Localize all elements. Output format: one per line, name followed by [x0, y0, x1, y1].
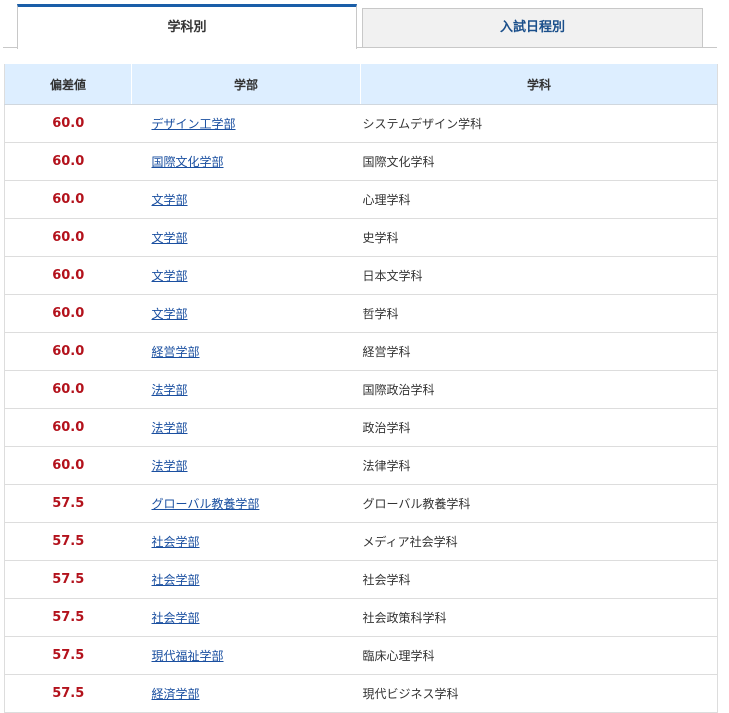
- department-cell: メディア社会学科: [360, 522, 718, 561]
- department-cell: 哲学科: [360, 294, 718, 333]
- faculty-cell: グローバル教養学部: [131, 484, 361, 523]
- department-cell: 臨床心理学科: [360, 636, 718, 675]
- faculty-link[interactable]: 経営学部: [152, 345, 200, 359]
- tab-by-exam-schedule[interactable]: 入試日程別: [362, 8, 703, 48]
- table-row: 57.5 社会学部 社会政策科学科: [4, 598, 718, 637]
- table-row: 57.5 経済学部 現代ビジネス学科: [4, 674, 718, 713]
- faculty-cell: 社会学部: [131, 598, 361, 637]
- department-cell: 政治学科: [360, 408, 718, 447]
- department-cell: 法律学科: [360, 446, 718, 485]
- faculty-cell: 社会学部: [131, 560, 361, 599]
- department-cell: 国際文化学科: [360, 142, 718, 181]
- faculty-link[interactable]: 社会学部: [152, 611, 200, 625]
- table-row: 60.0 法学部 政治学科: [4, 408, 718, 447]
- score-cell: 57.5: [4, 636, 132, 675]
- score-cell: 60.0: [4, 370, 132, 409]
- faculty-link[interactable]: デザイン工学部: [152, 117, 236, 131]
- score-cell: 57.5: [4, 484, 132, 523]
- faculty-cell: 法学部: [131, 408, 361, 447]
- faculty-link[interactable]: 文学部: [152, 307, 188, 321]
- table-row: 60.0 デザイン工学部 システムデザイン学科: [4, 104, 718, 143]
- score-cell: 60.0: [4, 218, 132, 257]
- table-row: 60.0 経営学部 経営学科: [4, 332, 718, 371]
- table-header-row: 偏差値 学部 学科: [4, 64, 718, 105]
- header-faculty: 学部: [131, 64, 361, 105]
- tab-bar: 学科別 入試日程別: [0, 0, 717, 49]
- department-cell: 日本文学科: [360, 256, 718, 295]
- faculty-cell: デザイン工学部: [131, 104, 361, 143]
- faculty-link[interactable]: グローバル教養学部: [152, 497, 260, 511]
- table-row: 60.0 文学部 日本文学科: [4, 256, 718, 295]
- score-cell: 57.5: [4, 522, 132, 561]
- score-cell: 57.5: [4, 598, 132, 637]
- department-cell: グローバル教養学科: [360, 484, 718, 523]
- department-cell: 国際政治学科: [360, 370, 718, 409]
- faculty-cell: 法学部: [131, 370, 361, 409]
- table-row: 57.5 グローバル教養学部 グローバル教養学科: [4, 484, 718, 523]
- table-row: 57.5 社会学部 社会学科: [4, 560, 718, 599]
- department-cell: システムデザイン学科: [360, 104, 718, 143]
- score-cell: 60.0: [4, 446, 132, 485]
- faculty-link[interactable]: 法学部: [152, 421, 188, 435]
- table-row: 60.0 法学部 法律学科: [4, 446, 718, 485]
- faculty-cell: 法学部: [131, 446, 361, 485]
- table-row: 60.0 文学部 史学科: [4, 218, 718, 257]
- score-cell: 60.0: [4, 104, 132, 143]
- deviation-table: 偏差値 学部 学科 60.0 デザイン工学部 システムデザイン学科 60.0 国際文化学…: [4, 64, 718, 713]
- faculty-cell: 文学部: [131, 256, 361, 295]
- faculty-link[interactable]: 社会学部: [152, 535, 200, 549]
- department-cell: 社会学科: [360, 560, 718, 599]
- score-cell: 60.0: [4, 180, 132, 219]
- table-row: 60.0 国際文化学部 国際文化学科: [4, 142, 718, 181]
- faculty-cell: 文学部: [131, 180, 361, 219]
- faculty-cell: 現代福祉学部: [131, 636, 361, 675]
- tab-by-department[interactable]: 学科別: [17, 4, 357, 49]
- faculty-cell: 国際文化学部: [131, 142, 361, 181]
- faculty-link[interactable]: 文学部: [152, 193, 188, 207]
- department-cell: 史学科: [360, 218, 718, 257]
- department-cell: 心理学科: [360, 180, 718, 219]
- faculty-link[interactable]: 経済学部: [152, 687, 200, 701]
- score-cell: 60.0: [4, 256, 132, 295]
- faculty-cell: 文学部: [131, 294, 361, 333]
- header-department: 学科: [360, 64, 718, 105]
- score-cell: 60.0: [4, 142, 132, 181]
- faculty-link[interactable]: 社会学部: [152, 573, 200, 587]
- department-cell: 現代ビジネス学科: [360, 674, 718, 713]
- department-cell: 経営学科: [360, 332, 718, 371]
- table-row: 60.0 文学部 哲学科: [4, 294, 718, 333]
- score-cell: 57.5: [4, 674, 132, 713]
- faculty-cell: 社会学部: [131, 522, 361, 561]
- table-row: 60.0 法学部 国際政治学科: [4, 370, 718, 409]
- score-cell: 60.0: [4, 332, 132, 371]
- faculty-link[interactable]: 法学部: [152, 383, 188, 397]
- table-row: 57.5 現代福祉学部 臨床心理学科: [4, 636, 718, 675]
- faculty-cell: 経済学部: [131, 674, 361, 713]
- faculty-cell: 経営学部: [131, 332, 361, 371]
- score-cell: 57.5: [4, 560, 132, 599]
- faculty-link[interactable]: 文学部: [152, 269, 188, 283]
- faculty-link[interactable]: 現代福祉学部: [152, 649, 224, 663]
- score-cell: 60.0: [4, 294, 132, 333]
- faculty-link[interactable]: 文学部: [152, 231, 188, 245]
- table-row: 60.0 文学部 心理学科: [4, 180, 718, 219]
- table-row: 57.5 社会学部 メディア社会学科: [4, 522, 718, 561]
- faculty-link[interactable]: 法学部: [152, 459, 188, 473]
- department-cell: 社会政策科学科: [360, 598, 718, 637]
- faculty-link[interactable]: 国際文化学部: [152, 155, 224, 169]
- score-cell: 60.0: [4, 408, 132, 447]
- header-score: 偏差値: [4, 64, 132, 105]
- faculty-cell: 文学部: [131, 218, 361, 257]
